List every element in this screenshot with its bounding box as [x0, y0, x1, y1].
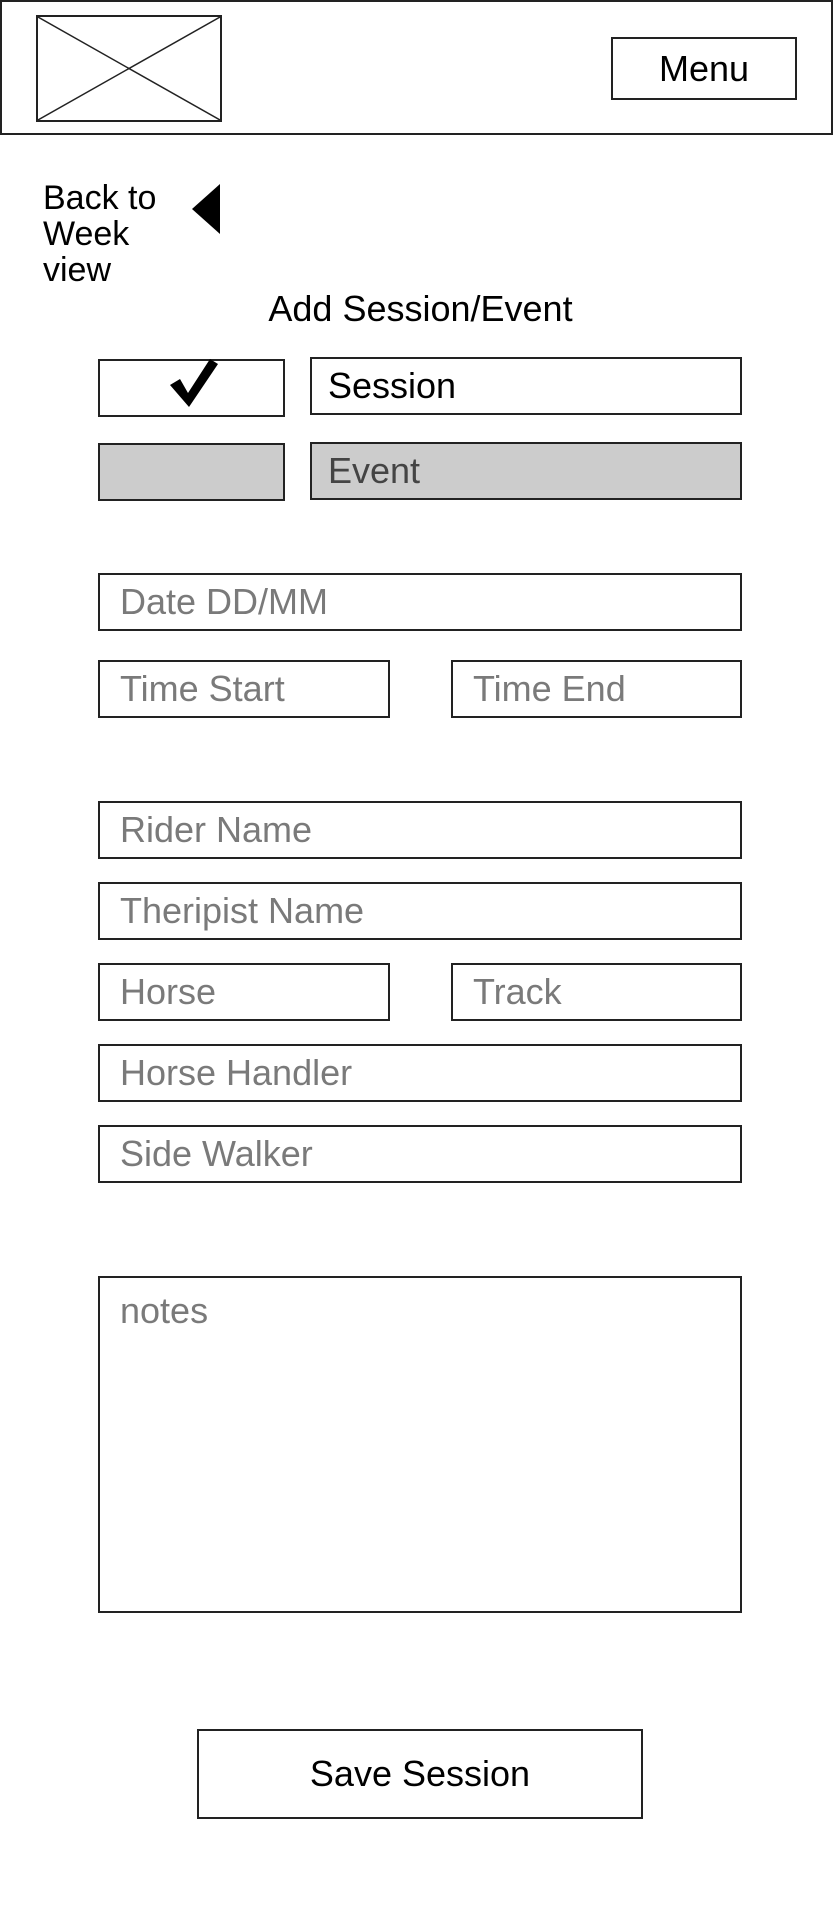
time-start-input[interactable] — [98, 660, 390, 718]
rider-name-input[interactable] — [98, 801, 742, 859]
time-end-input[interactable] — [451, 660, 742, 718]
session-option-label[interactable]: Session — [310, 357, 742, 415]
therapist-name-input[interactable] — [98, 882, 742, 940]
horse-input[interactable] — [98, 963, 390, 1021]
back-to-week-view-link[interactable]: Back to Week view — [43, 180, 233, 290]
date-input[interactable] — [98, 573, 742, 631]
event-option-label[interactable]: Event — [310, 442, 742, 500]
track-input[interactable] — [451, 963, 742, 1021]
triangle-left-icon — [192, 184, 220, 234]
save-session-button[interactable]: Save Session — [197, 1729, 643, 1819]
logo-placeholder — [36, 15, 222, 122]
checkmark-icon — [170, 359, 218, 407]
horse-handler-input[interactable] — [98, 1044, 742, 1102]
back-link-label: Back to Week view — [43, 179, 157, 289]
image-placeholder-icon — [38, 17, 220, 120]
session-checkbox[interactable] — [98, 359, 285, 417]
side-walker-input[interactable] — [98, 1125, 742, 1183]
event-checkbox[interactable] — [98, 443, 285, 501]
notes-textarea[interactable] — [98, 1276, 742, 1613]
menu-button[interactable]: Menu — [611, 37, 797, 100]
form-title: Add Session/Event — [268, 288, 573, 329]
